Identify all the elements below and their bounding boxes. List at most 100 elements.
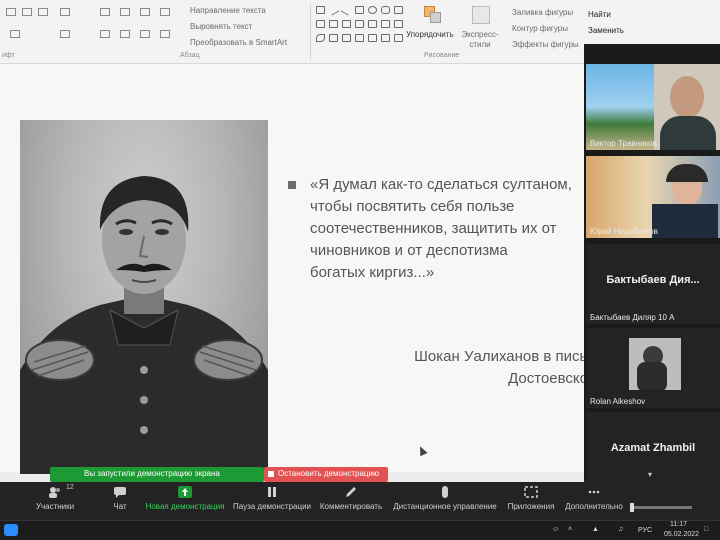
align-left-icon[interactable] [10, 30, 20, 38]
triangle-shape-icon[interactable] [316, 20, 325, 28]
screen: ифт Направление текста Выровнять текст П… [0, 0, 720, 540]
meeting-toolbar: 12 Участники Чат Новая демонстрация Пауз… [0, 482, 720, 520]
italic-icon[interactable] [22, 8, 32, 16]
bracket-shape-icon[interactable] [329, 34, 338, 42]
participants-label: Участники [35, 502, 75, 511]
participant-tile[interactable]: Юрий Недобитков [586, 156, 720, 238]
line-shape-icon[interactable] [340, 4, 353, 16]
shape-fill-button[interactable]: Заливка фигуры [512, 8, 573, 17]
participant-tile[interactable]: Azamat Zhambil ▾ [586, 412, 720, 482]
bold-icon[interactable] [6, 8, 16, 16]
portrait-figure [20, 176, 268, 474]
oval-shape-icon[interactable] [368, 6, 377, 14]
new-share-button[interactable]: Новая демонстрация [144, 486, 226, 516]
share-screen-icon [178, 486, 192, 498]
quick-styles-icon[interactable] [472, 6, 490, 24]
quote-attribution: Шокан Уалиханов в письме Достоевскому [414, 348, 606, 387]
participants-count: 12 [66, 484, 74, 491]
person-icon[interactable]: ☺ [552, 526, 559, 533]
slider-thumb[interactable] [630, 503, 634, 512]
language-indicator[interactable]: РУС [638, 527, 652, 534]
star-shape-icon[interactable] [368, 20, 377, 28]
rectangle-shape-icon[interactable] [316, 6, 325, 14]
arrow-shape-icon[interactable] [329, 20, 338, 28]
rectangle-shape-icon[interactable] [355, 6, 364, 14]
columns-icon[interactable] [160, 30, 170, 38]
arrange-button[interactable]: Упорядочить [406, 30, 454, 39]
chevron-up-icon[interactable]: ˄ [568, 526, 572, 533]
powerpoint-ribbon: ифт Направление текста Выровнять текст П… [0, 0, 600, 64]
slide[interactable]: «Я думал как-то сделаться султаном, чтоб… [0, 64, 606, 474]
brace-shape-icon[interactable] [381, 20, 390, 28]
clock-date[interactable]: 05.02.2022 [664, 531, 699, 538]
remote-control-button[interactable]: Дистанционное управление [392, 486, 498, 516]
brace-shape-icon[interactable] [381, 34, 390, 42]
find-label[interactable]: Найти [588, 10, 611, 19]
participant-tile[interactable]: Rolan Aikeshov [586, 328, 720, 408]
quote-block: «Я думал как-то сделаться султаном, чтоб… [288, 174, 588, 284]
convert-smartart-button[interactable]: Преобразовать в SmartArt [190, 38, 287, 47]
font-color-icon[interactable] [60, 8, 70, 16]
more-button[interactable]: Дополнительно [564, 486, 624, 516]
participants-button[interactable]: 12 Участники [30, 484, 80, 516]
shapes-gallery[interactable] [316, 4, 403, 46]
shape-outline-button[interactable]: Контур фигуры [512, 24, 568, 33]
network-icon[interactable]: ▲ [592, 526, 599, 533]
windows-taskbar: ☺ ˄ ▲ ♫ РУС 11:17 05.02.2022 □ [0, 520, 720, 540]
annotate-label: Комментировать [319, 502, 383, 511]
participant-tile[interactable]: Бактыбаев Дия... Бактыбаев Диляр 10 А [586, 244, 720, 324]
participant-tile[interactable]: Виктор Травников [586, 64, 720, 150]
rounded-rect-shape-icon[interactable] [381, 6, 390, 14]
zoom-app-icon[interactable] [4, 524, 18, 536]
brace-shape-icon[interactable] [342, 34, 351, 42]
stop-share-button[interactable]: Остановить демонстрацию [264, 467, 388, 482]
volume-slider[interactable] [630, 503, 692, 512]
participant-display-name: Azamat Zhambil [610, 442, 696, 454]
star-shape-icon[interactable] [355, 34, 364, 42]
arrange-icon[interactable] [424, 6, 442, 24]
align-center-icon[interactable] [100, 30, 110, 38]
text-size-icon[interactable] [60, 30, 70, 38]
more-shapes-icon[interactable] [394, 34, 403, 42]
align-right-icon[interactable] [120, 30, 130, 38]
annotate-button[interactable]: Комментировать [318, 486, 384, 516]
underline-icon[interactable] [38, 8, 48, 16]
drawing-group-label: Рисование [424, 52, 460, 59]
replace-label[interactable]: Заменить [588, 26, 624, 35]
chat-label: Чат [113, 502, 127, 511]
participant-name: Rolan Aikeshov [590, 397, 646, 406]
line-shape-icon[interactable] [327, 4, 340, 16]
indent-icon[interactable] [140, 8, 150, 16]
triangle-shape-icon[interactable] [394, 6, 403, 14]
volume-icon[interactable]: ♫ [618, 526, 623, 533]
share-status-text: Вы запустили демонстрацию экрана [84, 469, 220, 478]
justify-icon[interactable] [140, 30, 150, 38]
line-spacing-icon[interactable] [160, 8, 170, 16]
participant-display-name: Бактыбаев Дия... [606, 274, 700, 286]
pause-share-button[interactable]: Пауза демонстрации [232, 486, 312, 516]
clock-time[interactable]: 11:17 [670, 521, 687, 528]
apps-icon [524, 486, 538, 498]
slide-area: «Я думал как-то сделаться султаном, чтоб… [0, 64, 606, 474]
bullets-icon[interactable] [100, 8, 110, 16]
numbering-icon[interactable] [120, 8, 130, 16]
arrow-shape-icon[interactable] [342, 20, 351, 28]
curve-shape-icon[interactable] [316, 34, 325, 42]
quick-styles-button[interactable]: Экспресс-стили [460, 30, 500, 50]
align-text-button[interactable]: Выровнять текст [190, 22, 252, 31]
arrow-shape-icon[interactable] [355, 20, 364, 28]
chevron-down-icon[interactable]: ▾ [648, 470, 652, 479]
share-status-banner: Вы запустили демонстрацию экрана [50, 467, 264, 482]
bracket-shape-icon[interactable] [368, 34, 377, 42]
text-direction-button[interactable]: Направление текста [190, 6, 266, 15]
chat-button[interactable]: Чат [102, 486, 138, 516]
shape-effects-button[interactable]: Эффекты фигуры [512, 40, 579, 49]
notifications-icon[interactable]: □ [704, 526, 708, 533]
apps-button[interactable]: Приложения [506, 486, 556, 516]
more-shapes-icon[interactable] [394, 20, 403, 28]
chat-icon [114, 487, 126, 498]
portrait-photo [20, 120, 268, 474]
more-icon [588, 490, 600, 494]
more-label: Дополнительно [565, 502, 623, 511]
find-button[interactable]: Найти Заменить [584, 0, 720, 44]
